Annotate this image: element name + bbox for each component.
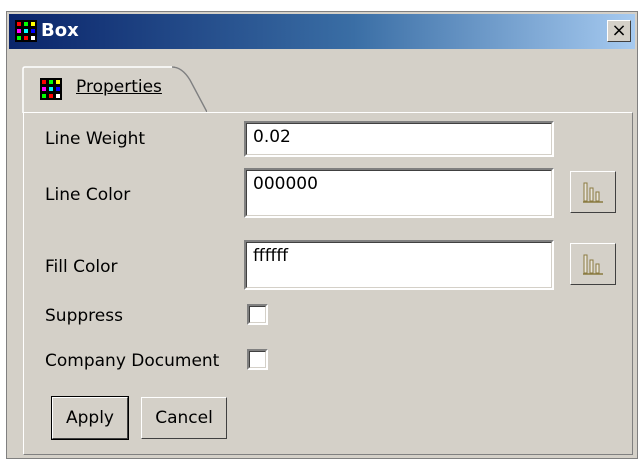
cancel-button-label: Cancel: [155, 408, 213, 428]
line-color-label: Line Color: [45, 185, 131, 205]
line-weight-field[interactable]: 0.02: [244, 121, 554, 157]
line-color-field[interactable]: 000000: [244, 168, 554, 218]
close-button[interactable]: ×: [607, 20, 631, 42]
company-document-label: Company Document: [45, 351, 220, 371]
title-bar[interactable]: Box ×: [9, 14, 635, 49]
line-weight-value: 0.02: [253, 127, 291, 147]
company-document-checkbox[interactable]: [247, 349, 268, 370]
fill-color-value: ffffff: [253, 246, 289, 266]
apply-button-label: Apply: [66, 408, 114, 428]
close-icon: ×: [611, 20, 627, 41]
fill-color-label: Fill Color: [45, 257, 118, 277]
suppress-label: Suppress: [45, 306, 123, 326]
color-picker-icon: [583, 254, 603, 275]
tab-label: Properties: [76, 77, 162, 97]
line-color-value: 000000: [253, 174, 318, 194]
properties-panel: Line Weight 0.02 Line Color 000000 Fill …: [23, 112, 633, 455]
window-title: Box: [41, 20, 79, 41]
apply-button[interactable]: Apply: [51, 396, 129, 440]
fill-color-field[interactable]: ffffff: [244, 240, 554, 290]
suppress-checkbox[interactable]: [247, 304, 268, 325]
grid-icon: [15, 20, 37, 42]
cancel-button[interactable]: Cancel: [141, 397, 227, 439]
line-weight-label: Line Weight: [45, 129, 146, 149]
line-color-picker-button[interactable]: [570, 171, 616, 213]
fill-color-picker-button[interactable]: [570, 243, 616, 285]
color-picker-icon: [583, 182, 603, 203]
grid-icon: [40, 78, 62, 100]
dialog-window: Box × Properties Line Weight 0.02 Line C…: [6, 11, 638, 459]
tab-properties[interactable]: Properties: [22, 66, 207, 113]
